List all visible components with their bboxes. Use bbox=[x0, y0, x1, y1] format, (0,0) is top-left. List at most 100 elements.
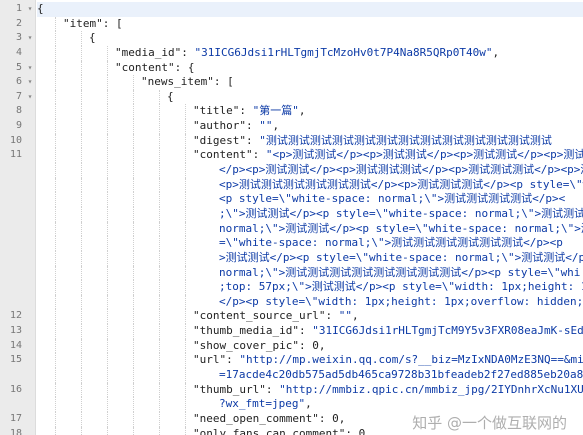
indent-guide bbox=[185, 192, 186, 207]
indent-guide bbox=[81, 148, 82, 164]
string-token: "31ICG6Jdsi1rHLTgmjTcM9Y5v3FXR08eaJmK-sE… bbox=[312, 324, 583, 338]
code-text: "item": [ bbox=[63, 17, 123, 32]
line-number: 6 bbox=[15, 76, 22, 88]
string-token: normal;\">测试测试测试测试测试测试测试测试</p><p style=\… bbox=[219, 265, 581, 279]
code-line[interactable]: 16 "thumb_url": "http://mmbiz.qpic.cn/mmb… bbox=[10, 382, 583, 398]
code-line[interactable]: 10 "digest": "测试测试测试测试测试测试测试测试测试测试测试测试测试 bbox=[10, 133, 583, 149]
code-text: "content": { bbox=[115, 61, 194, 76]
indent-guide bbox=[107, 104, 108, 120]
code-line[interactable]: =\"white-space: normal;\">测试测试测试测试测试测试</… bbox=[37, 236, 583, 251]
code-line[interactable]: 7 ▾ { bbox=[16, 89, 583, 105]
code-text: "news_item": [ bbox=[141, 75, 234, 90]
code-line[interactable]: ?wx_fmt=jpeg", bbox=[37, 397, 583, 412]
code-line[interactable]: 13 "thumb_media_id": "31ICG6Jdsi1rHLTgmjT… bbox=[10, 324, 583, 339]
indent-guide bbox=[133, 163, 134, 178]
punct-token: : bbox=[245, 133, 260, 147]
code-text: "show_cover_pic": 0, bbox=[193, 339, 325, 354]
indent-guide bbox=[55, 426, 56, 435]
code-line[interactable]: 12 "content_source_url": "", bbox=[10, 309, 583, 325]
indent-guide bbox=[81, 104, 82, 120]
indent-guide bbox=[81, 236, 82, 251]
line-number: 5 bbox=[15, 61, 22, 73]
code-editor[interactable]: 1 ▾{2 "item": [3 ▾{4 "media_id": "31ICG6Jdsi… bbox=[0, 0, 583, 435]
indent-guide bbox=[185, 294, 186, 310]
string-token: </p><p>测试测试</p><p>测试测试测试</p><p>测试测试测试</p… bbox=[219, 163, 583, 177]
code-line[interactable]: 11 "content": "<p>测试测试</p><p>测试测试</p><p>测… bbox=[10, 148, 583, 164]
indent-guide bbox=[81, 294, 82, 310]
code-text: ?wx_fmt=jpeg", bbox=[219, 397, 312, 412]
code-line[interactable]: 6 ▾ "news_item": [ bbox=[16, 75, 583, 90]
indent-guide bbox=[55, 75, 56, 90]
code-line[interactable]: <p>测试测试测试测试测试测试</p><p>测试测试测试</p><p style… bbox=[37, 177, 583, 193]
fold-toggle-icon[interactable]: ▾ bbox=[25, 2, 35, 17]
code-line[interactable]: ;\">测试测试</p><p style=\"white-space: norm… bbox=[37, 206, 583, 222]
indent-guide bbox=[159, 382, 160, 398]
code-line[interactable]: 14 "show_cover_pic": 0, bbox=[10, 338, 583, 354]
indent-guide bbox=[185, 397, 186, 412]
code-line[interactable]: </p><p style=\"width: 1px;height: 1px;ov… bbox=[37, 294, 583, 310]
indent-guide bbox=[159, 104, 160, 120]
indent-guide bbox=[159, 89, 160, 105]
indent-guide bbox=[133, 236, 134, 251]
punct-token: { bbox=[167, 89, 174, 103]
line-number: 7 bbox=[15, 90, 22, 102]
punct-token: : bbox=[239, 104, 253, 118]
indent-guide bbox=[185, 119, 186, 134]
indent-guide bbox=[107, 382, 108, 398]
line-number: 10 bbox=[9, 134, 22, 146]
code-text: "digest": "测试测试测试测试测试测试测试测试测试测试测试测试测试 bbox=[193, 134, 552, 149]
string-token: ?wx_fmt=jpeg" bbox=[219, 397, 306, 411]
code-text: "thumb_media_id": "31ICG6Jdsi1rHLTgmjTcM… bbox=[193, 324, 583, 339]
string-token: "31ICG6Jdsi1rHLTgmjTcMzoHv0t7P4Na8R5QRp0… bbox=[194, 45, 493, 59]
indent-guide bbox=[185, 382, 186, 398]
code-line[interactable]: 3 ▾ { bbox=[16, 31, 583, 46]
indent-guide bbox=[107, 309, 108, 325]
string-token: <p>测试测试测试测试测试测试</p><p>测试测试测试</p><p style… bbox=[219, 177, 583, 191]
code-line[interactable]: normal;\">测试测试测试测试测试测试测试测试</p><p style=\… bbox=[37, 265, 583, 281]
key-token: "news_item" bbox=[141, 75, 214, 89]
indent-guide bbox=[159, 368, 160, 383]
indent-guide bbox=[55, 192, 56, 207]
code-line[interactable]: </p><p>测试测试</p><p>测试测试测试</p><p>测试测试测试</p… bbox=[37, 163, 583, 178]
code-text: normal;\">测试测试</p><p style=\"white-space… bbox=[219, 222, 583, 237]
code-line[interactable]: >测试测试</p><p style=\"white-space: normal;… bbox=[37, 250, 583, 266]
indent-guide bbox=[55, 265, 56, 281]
code-content[interactable]: 1 ▾{2 "item": [3 ▾{4 "media_id": "31ICG6Jdsi… bbox=[10, 2, 583, 435]
line-number: 2 bbox=[15, 17, 22, 29]
fold-toggle-icon[interactable]: ▾ bbox=[25, 31, 35, 46]
indent-guide bbox=[81, 133, 82, 149]
indent-guide bbox=[133, 177, 134, 193]
code-line[interactable]: =17acde4c20db575ad5db465ca9728b31bfeadeb… bbox=[37, 368, 583, 383]
indent-guide bbox=[133, 324, 134, 339]
code-line[interactable]: normal;\">测试测试</p><p style=\"white-space… bbox=[37, 221, 583, 237]
indent-guide bbox=[159, 397, 160, 412]
string-token: <p style=\"white-space: normal;\">测试测试测试… bbox=[219, 192, 566, 206]
code-line[interactable]: 15 "url": "http://mp.weixin.qq.com/s?__bi… bbox=[10, 353, 583, 369]
indent-guide bbox=[81, 353, 82, 369]
code-line[interactable]: 4 "media_id": "31ICG6Jdsi1rHLTgmjTcMzoHv0… bbox=[16, 45, 583, 61]
line-number: 14 bbox=[9, 339, 22, 351]
indent-guide bbox=[55, 280, 56, 295]
indent-guide bbox=[107, 353, 108, 369]
code-line[interactable]: 5 ▾ "content": { bbox=[16, 60, 583, 76]
code-line[interactable]: 1 ▾{ bbox=[16, 2, 583, 17]
indent-guide bbox=[107, 368, 108, 383]
code-line[interactable]: ;top: 57px;\">测试测试</p><p style=\"width: … bbox=[37, 280, 583, 295]
indent-guide bbox=[107, 75, 108, 90]
indent-guide bbox=[55, 104, 56, 120]
punct-token: : 0 bbox=[345, 426, 366, 435]
line-number: 4 bbox=[15, 46, 22, 58]
key-token: "only_fans_can_comment" bbox=[193, 426, 346, 435]
code-line[interactable]: 2 "item": [ bbox=[16, 16, 583, 32]
code-line[interactable]: <p style=\"white-space: normal;\">测试测试测试… bbox=[37, 192, 583, 207]
fold-toggle-icon[interactable]: ▾ bbox=[25, 75, 35, 90]
indent-guide bbox=[107, 280, 108, 295]
line-number: 16 bbox=[9, 383, 22, 395]
indent-guide bbox=[107, 294, 108, 310]
fold-toggle-icon[interactable]: ▾ bbox=[25, 90, 35, 105]
code-line[interactable]: 8 "title": "第一篇", bbox=[16, 104, 583, 120]
fold-toggle-icon[interactable]: ▾ bbox=[25, 61, 35, 76]
code-line[interactable]: 9 "author": "", bbox=[16, 119, 583, 134]
indent-guide bbox=[81, 177, 82, 193]
indent-guide bbox=[159, 250, 160, 266]
